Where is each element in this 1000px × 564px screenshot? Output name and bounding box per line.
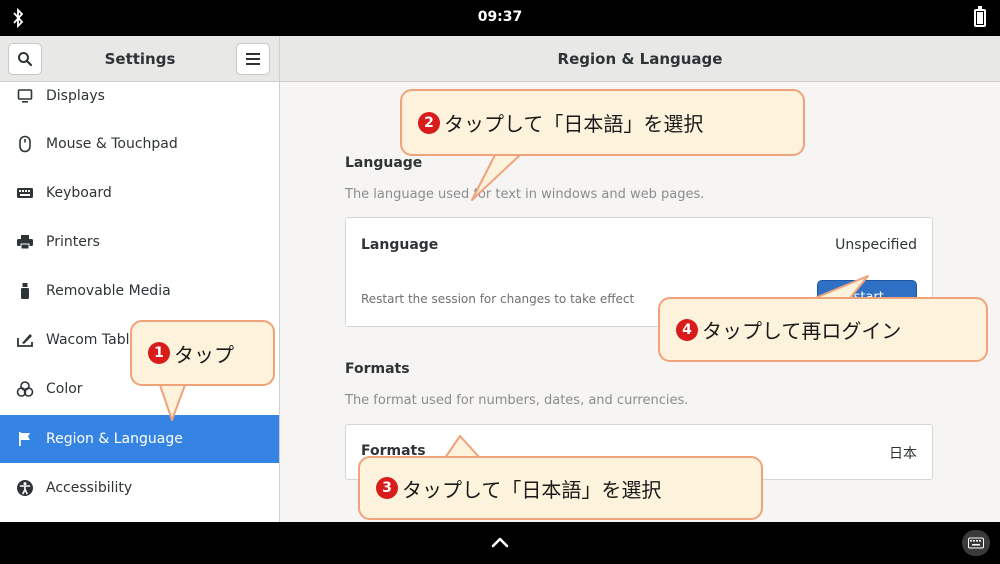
sidebar-item-mouse-touchpad[interactable]: Mouse & Touchpad <box>0 120 279 168</box>
search-icon <box>18 52 33 67</box>
status-bar: 09:37 <box>0 0 1000 36</box>
bottom-bar <box>0 522 1000 564</box>
sidebar-item-printers[interactable]: Printers <box>0 218 279 266</box>
callout-2: 2 タップして「日本語」を選択 <box>400 89 805 156</box>
language-row-value: Unspecified <box>835 237 917 253</box>
language-section-description: The language used for text in windows an… <box>345 187 705 202</box>
main-header: Region & Language <box>280 36 1000 82</box>
language-row[interactable]: Language Unspecified <box>346 218 932 276</box>
keyboard-icon <box>968 537 984 549</box>
search-button[interactable] <box>8 43 42 75</box>
hamburger-icon <box>246 53 260 65</box>
accessibility-icon <box>16 479 34 497</box>
sidebar-item-label: Region & Language <box>46 431 183 447</box>
formats-section-title: Formats <box>345 361 410 377</box>
callout-2-text: タップして「日本語」を選択 <box>444 112 704 136</box>
mouse-icon <box>16 135 34 153</box>
sidebar-item-label: Mouse & Touchpad <box>46 136 178 152</box>
sidebar-item-region-language[interactable]: Region & Language <box>0 415 279 463</box>
clock[interactable]: 09:37 <box>0 9 1000 25</box>
chevron-up-icon[interactable] <box>490 532 510 552</box>
sidebar-list: Displays Mouse & Touchpad Keyboard Print… <box>0 82 279 522</box>
sidebar-header: Settings <box>0 36 279 82</box>
sidebar-item-label: Printers <box>46 234 100 250</box>
keyboard-icon <box>16 184 34 202</box>
printer-icon <box>16 233 34 251</box>
sidebar-item-accessibility[interactable]: Accessibility <box>0 464 279 512</box>
callout-1-text: タップ <box>174 342 234 367</box>
sidebar-item-label: Accessibility <box>46 480 133 496</box>
wacom-icon <box>16 331 34 349</box>
language-section-title: Language <box>345 155 423 171</box>
callout-4: 4 タップして再ログイン <box>658 297 988 362</box>
display-icon <box>16 87 34 105</box>
formats-row-value: 日本 <box>889 446 917 462</box>
menu-button[interactable] <box>236 43 270 75</box>
sidebar-item-removable-media[interactable]: Removable Media <box>0 267 279 315</box>
callout-1: 1 タップ <box>130 320 275 386</box>
sidebar-item-label: Displays <box>46 88 105 104</box>
sidebar-item-label: Color <box>46 381 83 397</box>
page-title: Region & Language <box>557 50 723 68</box>
sidebar-item-keyboard[interactable]: Keyboard <box>0 169 279 217</box>
usb-icon <box>16 282 34 300</box>
callout-3: 3 タップして「日本語」を選択 <box>358 456 763 520</box>
language-row-label: Language <box>361 237 439 253</box>
callout-1-number: 1 <box>148 342 170 364</box>
sidebar-item-displays[interactable]: Displays <box>0 82 279 120</box>
callout-2-number: 2 <box>418 111 440 134</box>
callout-3-text: タップして「日本語」を選択 <box>402 477 662 502</box>
sidebar-item-label: Keyboard <box>46 185 112 201</box>
flag-icon <box>16 430 34 448</box>
callout-4-number: 4 <box>676 318 698 341</box>
formats-section-description: The format used for numbers, dates, and … <box>345 393 689 408</box>
callout-4-text: タップして再ログイン <box>702 319 902 343</box>
sidebar-title: Settings <box>104 50 176 68</box>
callout-3-number: 3 <box>376 477 398 499</box>
battery-icon[interactable] <box>974 6 986 27</box>
sidebar-item-label: Wacom Tablet <box>46 332 144 348</box>
sidebar-item-label: Removable Media <box>46 283 171 299</box>
color-icon <box>16 380 34 398</box>
restart-hint: Restart the session for changes to take … <box>361 292 635 306</box>
keyboard-toggle-button[interactable] <box>962 530 990 556</box>
